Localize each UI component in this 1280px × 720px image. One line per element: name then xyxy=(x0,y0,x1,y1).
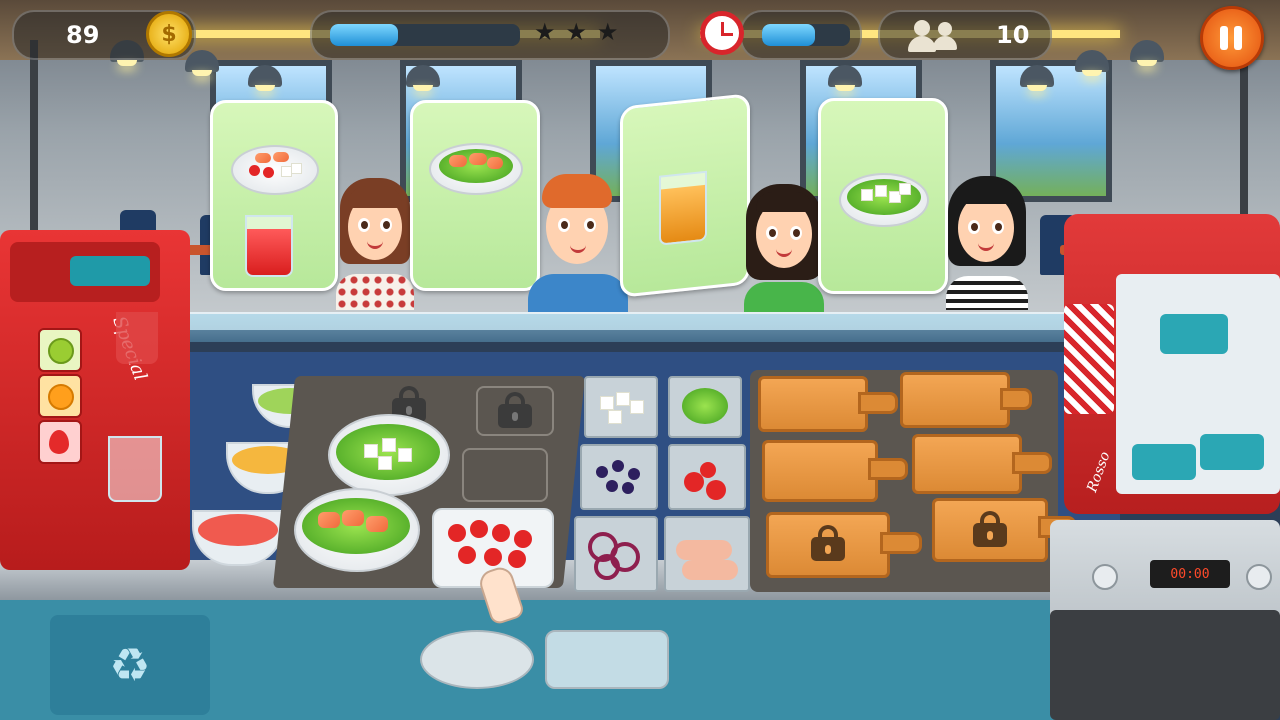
oven-knob[interactable] xyxy=(1246,564,1272,590)
salmon-salad-icon xyxy=(429,143,523,195)
cutting-board-locked xyxy=(766,512,890,578)
customer-counter: 10 xyxy=(878,10,1052,60)
juice-machine[interactable]: Special xyxy=(0,230,190,570)
order-bubble-3[interactable] xyxy=(620,93,750,298)
prep-slot-empty[interactable] xyxy=(462,448,548,502)
order-bubble-2[interactable] xyxy=(410,100,540,291)
chicken-bin[interactable] xyxy=(664,516,750,592)
orange-button[interactable] xyxy=(38,374,82,418)
cutting-board-locked xyxy=(932,498,1048,562)
refrigerator[interactable]: Rosso xyxy=(1064,214,1280,514)
orange-juice-icon xyxy=(659,170,707,246)
strawberry-juice-icon xyxy=(245,215,293,277)
bowl-stack[interactable] xyxy=(545,630,669,689)
strawberry-button[interactable] xyxy=(38,420,82,464)
cutting-board[interactable] xyxy=(762,440,878,502)
cutting-board[interactable] xyxy=(912,434,1022,494)
lettuce-bin[interactable] xyxy=(668,376,742,438)
pause-icon xyxy=(1220,26,1228,50)
customer-brown-bob-woman[interactable] xyxy=(330,178,420,310)
prep-slot-locked xyxy=(476,386,554,436)
timer xyxy=(700,10,862,60)
lock-icon xyxy=(811,525,845,561)
order-bubble-4[interactable] xyxy=(818,98,948,294)
recycle-icon: ♻ xyxy=(109,638,151,692)
cutting-board-handle xyxy=(868,458,908,480)
cutting-board-handle xyxy=(1012,452,1052,474)
coin-counter: 89 $ xyxy=(12,10,196,60)
star-icon: ★ xyxy=(597,18,619,46)
fridge-interior xyxy=(1116,274,1280,494)
timer-bar-fill xyxy=(762,24,815,46)
clock-icon xyxy=(700,11,744,55)
oven-timer-display: 00:00 xyxy=(1150,560,1230,588)
feta-salad-plate[interactable] xyxy=(328,414,450,496)
red-onion-bin[interactable] xyxy=(574,516,658,592)
fridge-container[interactable] xyxy=(1132,444,1196,480)
oven-knob[interactable] xyxy=(1092,564,1118,590)
customer-black-bob-woman[interactable] xyxy=(944,176,1030,310)
fridge-container[interactable] xyxy=(1160,314,1228,354)
progress-bar-fill xyxy=(330,24,399,46)
timer-pill xyxy=(740,10,862,60)
progress-bar xyxy=(330,24,520,46)
oven-door[interactable] xyxy=(1050,610,1280,720)
coin-symbol: $ xyxy=(161,21,177,47)
customer-redhead-man[interactable] xyxy=(528,172,628,312)
pause-button[interactable] xyxy=(1200,6,1264,70)
star-rating: ★ ★ ★ xyxy=(534,20,654,50)
fridge-label: Rosso xyxy=(1084,449,1114,495)
coin-count: 89 xyxy=(66,21,100,49)
checkered-towel xyxy=(1064,304,1114,414)
timer-bar xyxy=(762,24,850,46)
glass-sneeze-guard xyxy=(110,312,1110,342)
order-bubble-1[interactable] xyxy=(210,100,338,291)
customer-dark-hair-woman[interactable] xyxy=(742,182,826,312)
dollar-coin-icon: $ xyxy=(146,11,192,57)
level-progress: ★ ★ ★ xyxy=(310,10,670,60)
juice-glass-ready[interactable] xyxy=(116,312,158,364)
olive-bin[interactable] xyxy=(580,444,658,510)
cutting-board-handle xyxy=(880,532,922,554)
star-icon: ★ xyxy=(534,18,556,46)
cutting-board-handle xyxy=(1000,388,1032,410)
customers-icon xyxy=(908,18,972,52)
trash-bin[interactable]: ♻ xyxy=(50,615,210,715)
lock-icon xyxy=(498,392,532,428)
cutting-board-handle xyxy=(858,392,898,414)
feta-salad-icon xyxy=(839,173,929,227)
salmon-salad-plate[interactable] xyxy=(294,488,420,572)
cutting-board[interactable] xyxy=(900,372,1010,428)
pause-icon xyxy=(1234,26,1242,50)
tomato-bin[interactable] xyxy=(668,444,746,510)
lime-button[interactable] xyxy=(38,328,82,372)
plate-stack[interactable] xyxy=(420,630,534,689)
salmon-tomato-feta-salad-icon xyxy=(231,145,319,195)
customers-left-count: 10 xyxy=(996,21,1030,49)
oven[interactable]: 00:00 xyxy=(1050,520,1280,720)
cutting-board[interactable] xyxy=(758,376,868,432)
lock-icon xyxy=(973,511,1007,547)
empty-glass[interactable] xyxy=(108,436,162,502)
feta-bin[interactable] xyxy=(584,376,658,438)
star-icon: ★ xyxy=(565,18,588,46)
fridge-container[interactable] xyxy=(1200,434,1264,470)
